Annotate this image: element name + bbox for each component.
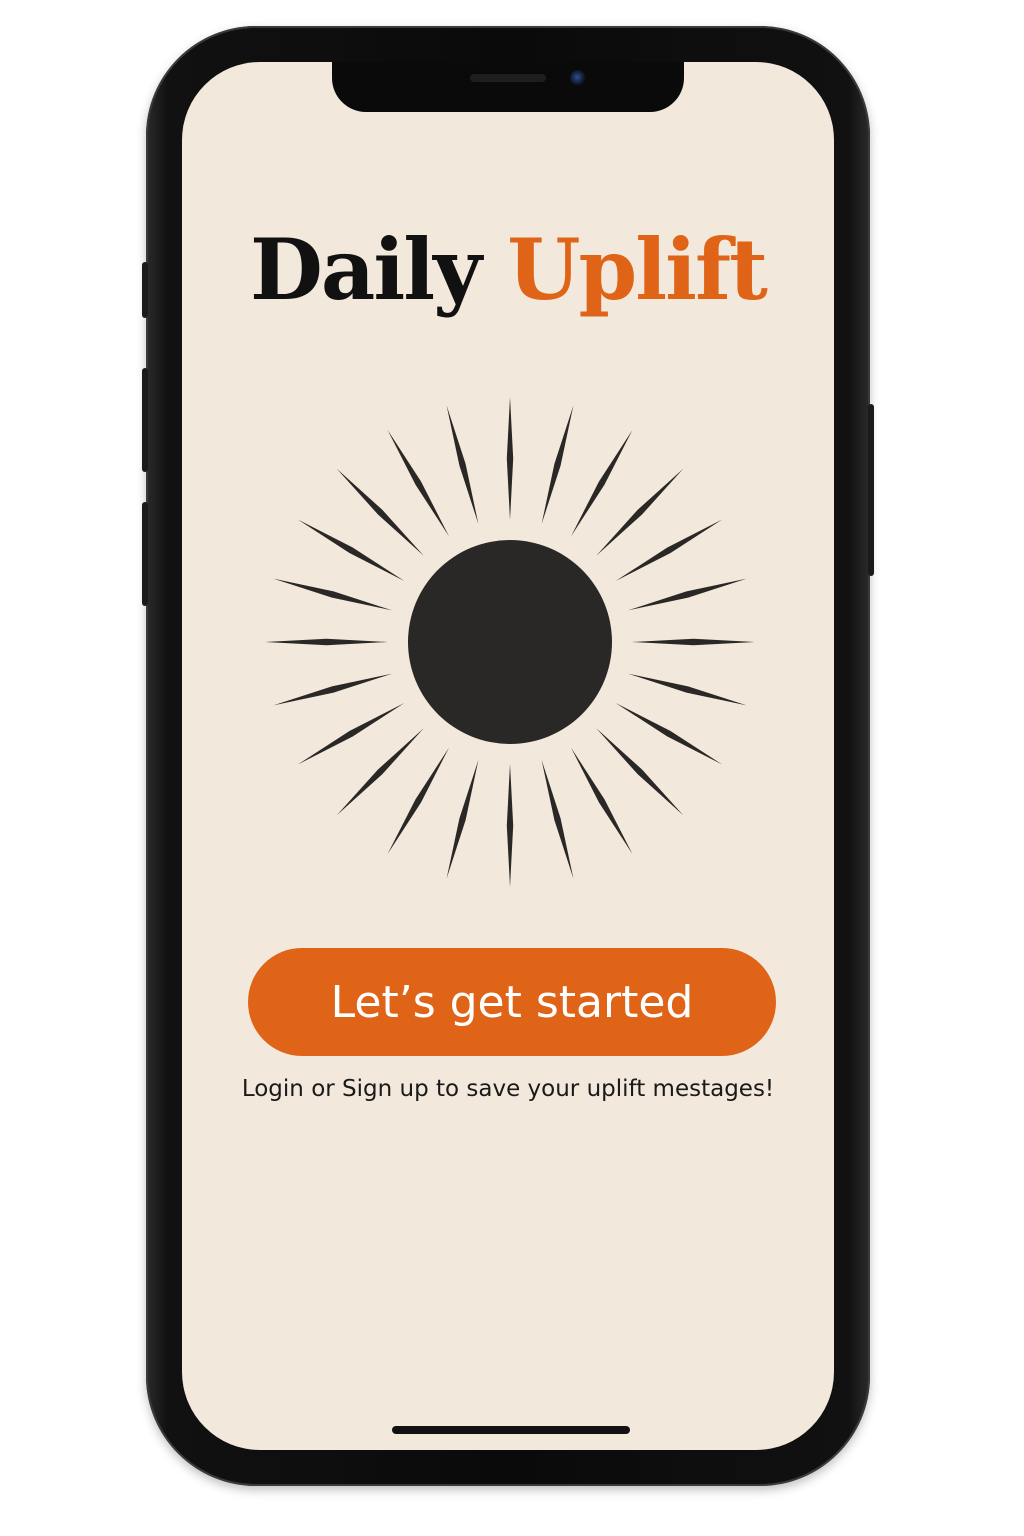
volume-up-button: [142, 368, 148, 472]
home-indicator[interactable]: [392, 1426, 630, 1434]
app-title-word-uplift: Uplift: [507, 220, 768, 319]
front-camera: [570, 70, 586, 86]
sun-ray: [297, 703, 405, 765]
sun-ray: [506, 397, 514, 520]
sun-ray: [387, 747, 449, 855]
sun-ray: [336, 468, 424, 556]
login-signup-hint: Login or Sign up to save your uplift mes…: [241, 1076, 775, 1102]
sun-ray: [596, 728, 684, 816]
sun-ray: [387, 429, 449, 537]
speaker-grille: [470, 74, 546, 82]
get-started-button[interactable]: Let’s get started: [248, 948, 776, 1056]
sun-ray: [541, 405, 574, 525]
sun-ray: [627, 673, 747, 706]
sun-ray: [596, 468, 684, 556]
sun-ray: [297, 519, 405, 581]
sun-ray: [541, 759, 574, 879]
app-title: Daily Uplift: [182, 220, 834, 321]
sun-ray: [273, 673, 393, 706]
sun-ray: [615, 519, 723, 581]
sun-ray: [265, 638, 388, 646]
sun-disc: [408, 540, 612, 744]
power-button: [868, 404, 874, 576]
sun-ray: [446, 759, 479, 879]
sun-ray: [571, 429, 633, 537]
notch: [332, 62, 684, 112]
sun-ray: [627, 578, 747, 611]
phone-frame: Daily Uplift Let’s get started Login or …: [142, 26, 874, 1486]
sun-ray: [446, 405, 479, 525]
screen: Daily Uplift Let’s get started Login or …: [182, 62, 834, 1450]
sun-ray: [615, 703, 723, 765]
volume-down-button: [142, 502, 148, 606]
silent-switch: [142, 262, 148, 318]
app-title-word-daily: Daily: [250, 220, 482, 319]
sun-ray: [273, 578, 393, 611]
sun-ray: [571, 747, 633, 855]
sun-icon: [265, 397, 755, 887]
sun-ray: [506, 764, 514, 887]
sun-ray: [336, 728, 424, 816]
sun-ray: [632, 638, 755, 646]
